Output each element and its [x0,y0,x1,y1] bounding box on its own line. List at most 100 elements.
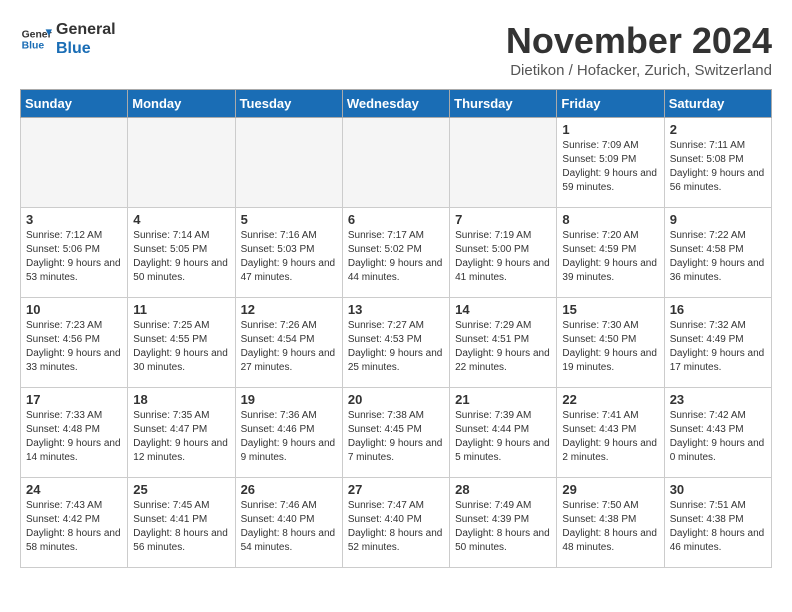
day-number: 9 [670,212,766,227]
day-cell: 30 Sunrise: 7:51 AM Sunset: 4:38 PM Dayli… [664,478,771,568]
day-cell: 13 Sunrise: 7:27 AM Sunset: 4:53 PM Dayli… [342,298,449,388]
day-info: Sunrise: 7:25 AM Sunset: 4:55 PM Dayligh… [133,319,229,375]
day-number: 5 [241,212,337,227]
title-area: November 2024 Dietikon / Hofacker, Zuric… [506,20,772,79]
day-info: Sunrise: 7:27 AM Sunset: 4:53 PM Dayligh… [348,319,444,375]
week-row-2: 3 Sunrise: 7:12 AM Sunset: 5:06 PM Daylig… [21,208,772,298]
week-row-3: 10Sunrise: 7:23 AM Sunset: 4:56 PM Dayli… [21,298,772,388]
day-info: Sunrise: 7:46 AM Sunset: 4:40 PM Dayligh… [241,499,337,555]
day-cell: 15 Sunrise: 7:30 AM Sunset: 4:50 PM Dayli… [557,298,664,388]
day-cell: 12 Sunrise: 7:26 AM Sunset: 4:54 PM Dayli… [235,298,342,388]
day-number: 18 [133,392,229,407]
day-cell: 26 Sunrise: 7:46 AM Sunset: 4:40 PM Dayli… [235,478,342,568]
day-cell: 20 Sunrise: 7:38 AM Sunset: 4:45 PM Dayli… [342,388,449,478]
day-number: 8 [562,212,658,227]
day-info: Sunrise: 7:12 AM Sunset: 5:06 PM Dayligh… [26,229,122,285]
day-info: Sunrise: 7:17 AM Sunset: 5:02 PM Dayligh… [348,229,444,285]
header: General Blue General Blue November 2024 … [20,20,772,79]
day-cell: 23Sunrise: 7:42 AM Sunset: 4:43 PM Dayli… [664,388,771,478]
header-wednesday: Wednesday [342,90,449,118]
day-info: Sunrise: 7:36 AM Sunset: 4:46 PM Dayligh… [241,409,337,465]
day-cell: 22Sunrise: 7:41 AM Sunset: 4:43 PM Dayli… [557,388,664,478]
day-info: Sunrise: 7:33 AM Sunset: 4:48 PM Dayligh… [26,409,122,465]
day-cell: 4 Sunrise: 7:14 AM Sunset: 5:05 PM Daylig… [128,208,235,298]
day-number: 1 [562,122,658,137]
day-info: Sunrise: 7:43 AM Sunset: 4:42 PM Dayligh… [26,499,122,555]
day-cell: 1 Sunrise: 7:09 AM Sunset: 5:09 PM Daylig… [557,118,664,208]
day-cell: 28 Sunrise: 7:49 AM Sunset: 4:39 PM Dayli… [450,478,557,568]
day-info: Sunrise: 7:50 AM Sunset: 4:38 PM Dayligh… [562,499,658,555]
day-number: 17 [26,392,122,407]
day-info: Sunrise: 7:09 AM Sunset: 5:09 PM Dayligh… [562,139,658,195]
day-number: 3 [26,212,122,227]
header-monday: Monday [128,90,235,118]
header-friday: Friday [557,90,664,118]
day-number: 20 [348,392,444,407]
day-number: 10 [26,302,122,317]
location-title: Dietikon / Hofacker, Zurich, Switzerland [506,62,772,79]
day-info: Sunrise: 7:41 AM Sunset: 4:43 PM Dayligh… [562,409,658,465]
day-number: 28 [455,482,551,497]
day-info: Sunrise: 7:35 AM Sunset: 4:47 PM Dayligh… [133,409,229,465]
day-number: 15 [562,302,658,317]
day-number: 25 [133,482,229,497]
header-thursday: Thursday [450,90,557,118]
day-cell [21,118,128,208]
day-info: Sunrise: 7:16 AM Sunset: 5:03 PM Dayligh… [241,229,337,285]
day-number: 16 [670,302,766,317]
day-number: 27 [348,482,444,497]
day-info: Sunrise: 7:11 AM Sunset: 5:08 PM Dayligh… [670,139,766,195]
logo-icon: General Blue [20,23,52,55]
day-info: Sunrise: 7:42 AM Sunset: 4:43 PM Dayligh… [670,409,766,465]
day-info: Sunrise: 7:47 AM Sunset: 4:40 PM Dayligh… [348,499,444,555]
day-cell [128,118,235,208]
day-info: Sunrise: 7:30 AM Sunset: 4:50 PM Dayligh… [562,319,658,375]
day-info: Sunrise: 7:32 AM Sunset: 4:49 PM Dayligh… [670,319,766,375]
day-info: Sunrise: 7:38 AM Sunset: 4:45 PM Dayligh… [348,409,444,465]
day-cell: 3 Sunrise: 7:12 AM Sunset: 5:06 PM Daylig… [21,208,128,298]
day-number: 21 [455,392,551,407]
day-number: 14 [455,302,551,317]
day-info: Sunrise: 7:19 AM Sunset: 5:00 PM Dayligh… [455,229,551,285]
day-number: 4 [133,212,229,227]
logo-line2: Blue [56,39,116,58]
day-info: Sunrise: 7:14 AM Sunset: 5:05 PM Dayligh… [133,229,229,285]
day-cell: 29 Sunrise: 7:50 AM Sunset: 4:38 PM Dayli… [557,478,664,568]
day-info: Sunrise: 7:39 AM Sunset: 4:44 PM Dayligh… [455,409,551,465]
month-title: November 2024 [506,20,772,62]
week-row-4: 17 Sunrise: 7:33 AM Sunset: 4:48 PM Dayli… [21,388,772,478]
day-cell: 24 Sunrise: 7:43 AM Sunset: 4:42 PM Dayli… [21,478,128,568]
header-tuesday: Tuesday [235,90,342,118]
header-sunday: Sunday [21,90,128,118]
day-number: 11 [133,302,229,317]
day-cell: 27 Sunrise: 7:47 AM Sunset: 4:40 PM Dayli… [342,478,449,568]
day-info: Sunrise: 7:22 AM Sunset: 4:58 PM Dayligh… [670,229,766,285]
day-cell [450,118,557,208]
day-number: 19 [241,392,337,407]
day-number: 13 [348,302,444,317]
day-cell [235,118,342,208]
day-number: 12 [241,302,337,317]
day-info: Sunrise: 7:20 AM Sunset: 4:59 PM Dayligh… [562,229,658,285]
day-cell: 19 Sunrise: 7:36 AM Sunset: 4:46 PM Dayli… [235,388,342,478]
day-info: Sunrise: 7:49 AM Sunset: 4:39 PM Dayligh… [455,499,551,555]
day-cell: 8 Sunrise: 7:20 AM Sunset: 4:59 PM Daylig… [557,208,664,298]
day-cell [342,118,449,208]
svg-text:Blue: Blue [22,41,45,52]
day-info: Sunrise: 7:26 AM Sunset: 4:54 PM Dayligh… [241,319,337,375]
logo: General Blue General Blue [20,20,116,58]
day-cell: 9 Sunrise: 7:22 AM Sunset: 4:58 PM Daylig… [664,208,771,298]
day-info: Sunrise: 7:51 AM Sunset: 4:38 PM Dayligh… [670,499,766,555]
day-cell: 17 Sunrise: 7:33 AM Sunset: 4:48 PM Dayli… [21,388,128,478]
logo-line1: General [56,20,116,39]
day-number: 29 [562,482,658,497]
day-cell: 11 Sunrise: 7:25 AM Sunset: 4:55 PM Dayli… [128,298,235,388]
day-cell: 16 Sunrise: 7:32 AM Sunset: 4:49 PM Dayli… [664,298,771,388]
day-number: 24 [26,482,122,497]
week-row-1: 1 Sunrise: 7:09 AM Sunset: 5:09 PM Daylig… [21,118,772,208]
day-cell: 7Sunrise: 7:19 AM Sunset: 5:00 PM Daylig… [450,208,557,298]
day-cell: 21 Sunrise: 7:39 AM Sunset: 4:44 PM Dayli… [450,388,557,478]
day-number: 30 [670,482,766,497]
day-info: Sunrise: 7:29 AM Sunset: 4:51 PM Dayligh… [455,319,551,375]
day-number: 26 [241,482,337,497]
